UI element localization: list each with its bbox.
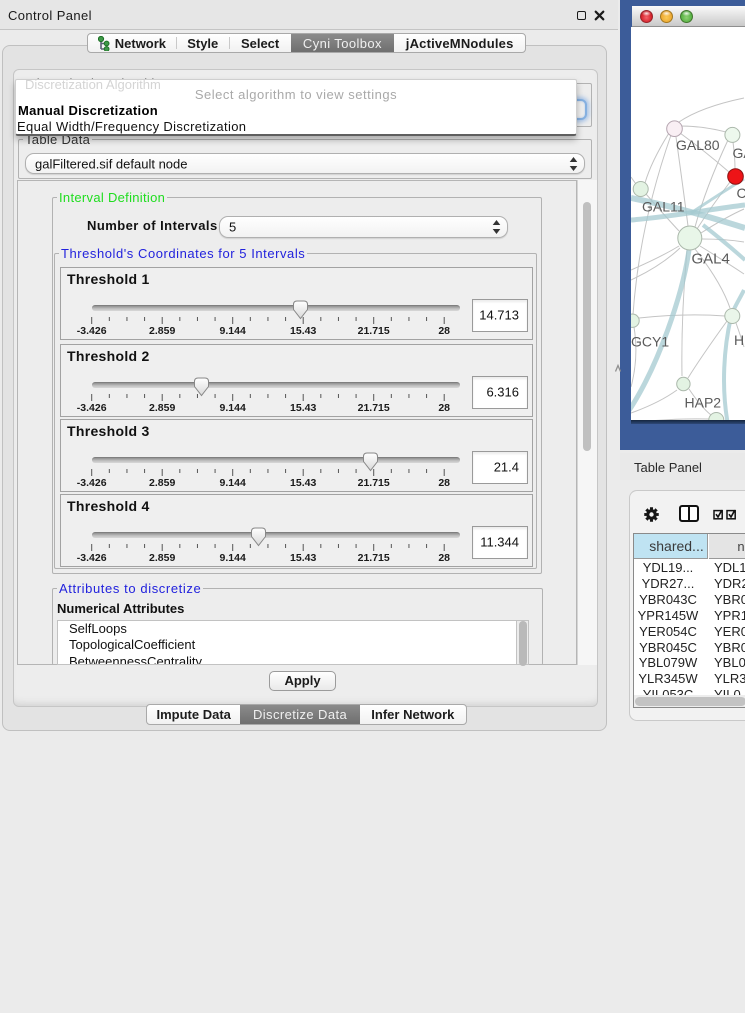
svg-text:GAL11: GAL11: [642, 199, 685, 215]
svg-text:GAL4: GAL4: [692, 251, 730, 268]
svg-text:CD: CD: [737, 185, 745, 201]
svg-text:GCY1: GCY1: [631, 334, 669, 350]
svg-text:H: H: [734, 332, 744, 348]
svg-text:GAL80: GAL80: [676, 137, 720, 153]
svg-text:GA: GA: [733, 145, 745, 161]
svg-text:HAP2: HAP2: [685, 395, 722, 411]
